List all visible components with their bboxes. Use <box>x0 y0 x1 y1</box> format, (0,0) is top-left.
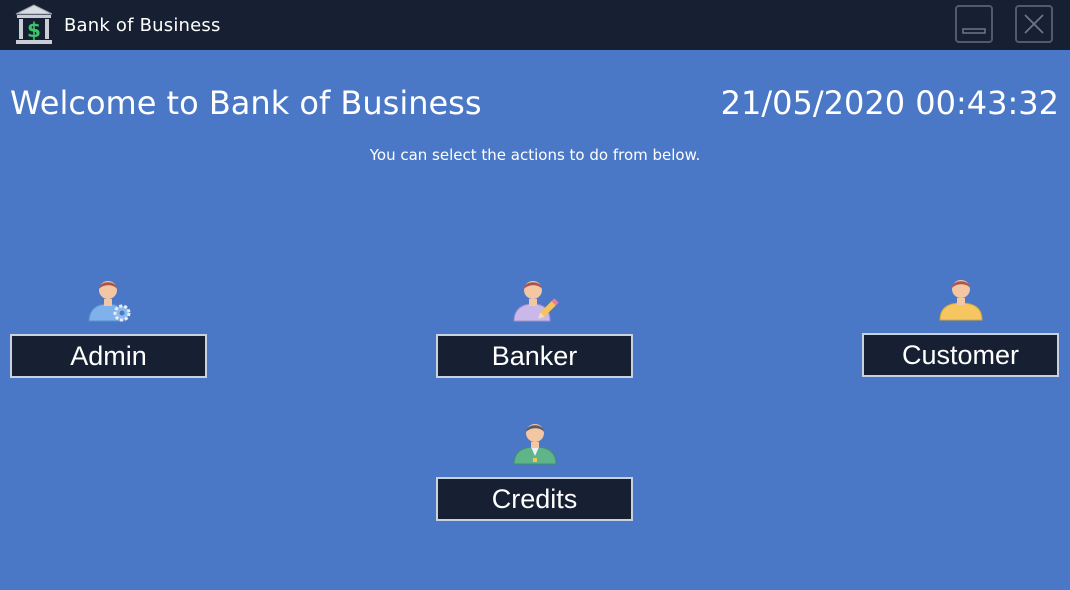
admin-button[interactable]: Admin <box>10 334 207 378</box>
customer-button[interactable]: Customer <box>862 333 1059 377</box>
svg-text:$: $ <box>27 18 41 42</box>
close-icon <box>1024 14 1044 34</box>
datetime-display: 21/05/2020 00:43:32 <box>720 84 1059 122</box>
minimize-icon <box>962 28 986 34</box>
welcome-heading: Welcome to Bank of Business <box>10 84 482 122</box>
credits-button[interactable]: Credits <box>436 477 633 521</box>
minimize-button[interactable] <box>955 5 993 43</box>
bank-dollar-icon: $ <box>15 4 53 44</box>
close-button[interactable] <box>1015 5 1053 43</box>
instructions-text: You can select the actions to do from be… <box>369 146 701 164</box>
banker-button[interactable]: Banker <box>436 334 633 378</box>
banker-pencil-icon <box>513 281 559 322</box>
credits-icon <box>513 424 557 465</box>
window-title: Bank of Business <box>64 15 221 36</box>
title-bar: $ Bank of Business <box>0 0 1070 50</box>
customer-icon <box>939 280 983 321</box>
admin-gear-icon <box>88 281 131 322</box>
